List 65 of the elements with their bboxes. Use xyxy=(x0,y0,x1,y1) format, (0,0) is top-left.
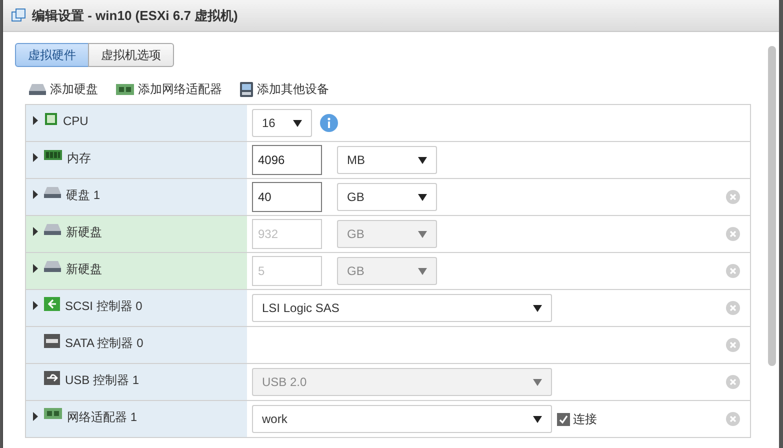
caret-icon xyxy=(32,190,39,198)
tab[interactable]: 虚拟硬件 xyxy=(15,43,89,67)
sata-icon xyxy=(44,334,60,348)
caret-icon xyxy=(32,226,39,236)
dropdown[interactable]: LSI Logic SAS xyxy=(252,294,552,322)
unit-dropdown[interactable]: GB xyxy=(337,183,437,211)
dropdown-arrow-icon xyxy=(418,156,427,164)
chip-icon xyxy=(44,112,58,126)
checkbox-box[interactable] xyxy=(557,412,570,426)
device-label-cell[interactable]: CPU xyxy=(26,105,247,141)
caret-icon xyxy=(32,116,39,124)
device-label-cell[interactable]: 硬盘 1 xyxy=(26,179,247,215)
device-label: 新硬盘 xyxy=(66,261,102,278)
caret-icon xyxy=(32,152,39,162)
device-label-cell[interactable]: 新硬盘 xyxy=(26,216,247,252)
tab[interactable]: 虚拟机选项 xyxy=(88,43,174,67)
remove-icon[interactable] xyxy=(726,301,740,315)
toolbar-button[interactable]: 添加硬盘 xyxy=(29,80,98,98)
window-title: 编辑设置 - win10 (ESXi 6.7 虚拟机) xyxy=(32,6,238,25)
device-label: CPU xyxy=(63,113,88,130)
device-label-cell[interactable]: SCSI 控制器 0 xyxy=(26,290,247,326)
remove-icon[interactable] xyxy=(726,412,740,426)
network-card-icon xyxy=(44,408,62,419)
number-field[interactable]: 4096 xyxy=(252,145,322,175)
device-label-cell[interactable]: SATA 控制器 0 xyxy=(26,327,247,363)
caret-icon xyxy=(32,412,39,420)
dropdown-arrow-icon xyxy=(418,194,427,200)
unit-dropdown[interactable]: MB xyxy=(337,146,437,174)
dropdown[interactable]: 16 xyxy=(252,109,312,137)
device-label: SATA 控制器 0 xyxy=(65,335,144,352)
dropdown-arrow-icon xyxy=(533,416,542,422)
device-label-cell[interactable]: 新硬盘 xyxy=(26,253,247,289)
device-label: 网络适配器 1 xyxy=(67,409,138,426)
dropdown[interactable]: work xyxy=(252,405,552,433)
remove-icon[interactable] xyxy=(726,338,740,352)
caret-icon xyxy=(32,300,39,310)
device-label-cell[interactable]: 内存 xyxy=(26,142,247,178)
network-card-icon xyxy=(116,84,134,94)
device-label-cell[interactable]: 网络适配器 1 xyxy=(26,401,247,437)
toolbar-button[interactable]: 添加其他设备 xyxy=(240,80,329,98)
dropdown-arrow-icon xyxy=(418,268,427,274)
toolbar-button[interactable]: 添加网络适配器 xyxy=(116,80,222,98)
dropdown-arrow-icon xyxy=(418,230,427,238)
device-label: USB 控制器 1 xyxy=(65,372,140,389)
connect-checkbox[interactable]: 连接 xyxy=(557,410,597,428)
dropdown-arrow-icon xyxy=(293,120,302,126)
info-icon[interactable] xyxy=(320,114,338,132)
remove-icon[interactable] xyxy=(726,264,740,278)
device-label: 硬盘 1 xyxy=(66,187,100,204)
controller-icon xyxy=(44,297,60,311)
number-field[interactable]: 40 xyxy=(252,182,322,212)
device-label: 内存 xyxy=(67,150,91,167)
dropdown-arrow-icon xyxy=(533,304,542,312)
remove-icon[interactable] xyxy=(726,227,740,241)
device-label: SCSI 控制器 0 xyxy=(65,298,142,315)
device-label: 新硬盘 xyxy=(66,224,102,241)
memory-icon xyxy=(44,149,62,161)
remove-icon[interactable] xyxy=(726,190,740,204)
usb-icon xyxy=(44,371,60,385)
caret-icon xyxy=(32,264,39,272)
window-icon xyxy=(11,8,26,23)
dropdown-arrow-icon xyxy=(533,378,542,386)
device-label-cell[interactable]: USB 控制器 1 xyxy=(26,364,247,400)
device-icon xyxy=(240,82,253,96)
remove-icon[interactable] xyxy=(726,375,740,389)
